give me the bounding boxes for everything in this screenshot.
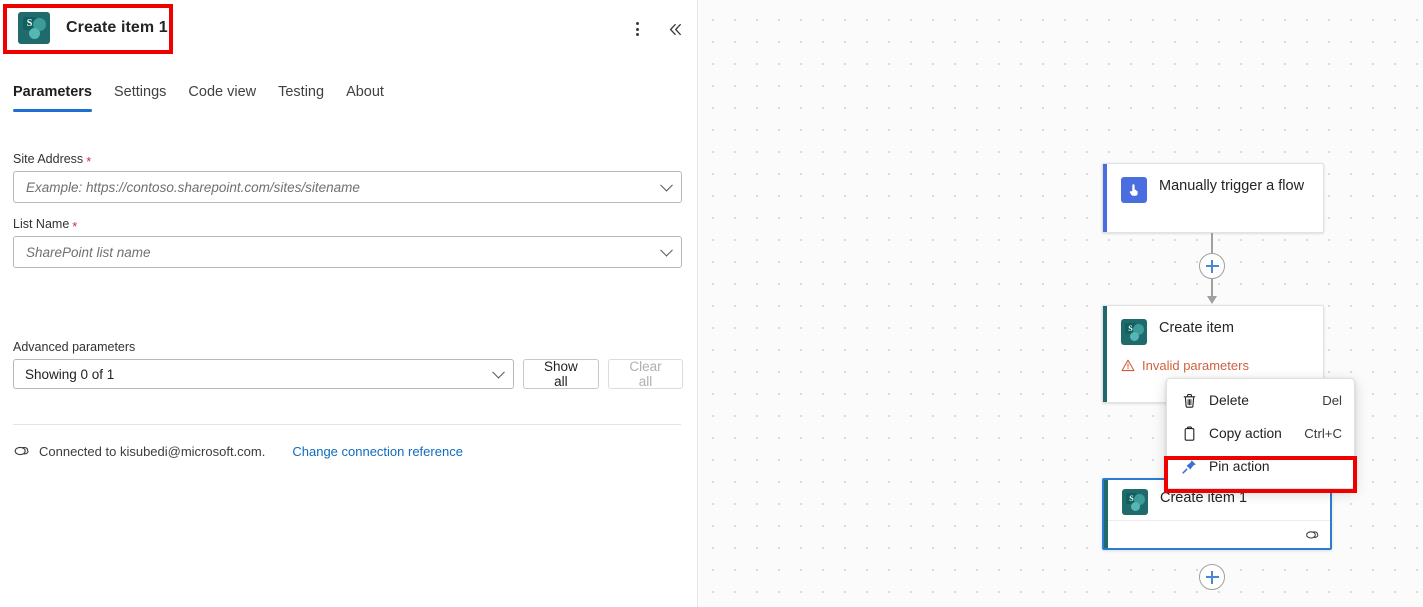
advanced-parameters-section: Advanced parameters Showing 0 of 1 Show … <box>13 340 683 389</box>
list-name-label: List Name * <box>13 217 683 231</box>
sharepoint-icon-circle-small <box>1130 332 1139 341</box>
sharepoint-icon-circle-small <box>29 28 40 39</box>
connection-status-text: Connected to kisubedi@microsoft.com. <box>39 444 265 459</box>
chevron-down-icon[interactable] <box>660 244 673 257</box>
context-menu-label: Pin action <box>1209 459 1331 474</box>
list-name-placeholder: SharePoint list name <box>26 245 151 260</box>
plus-v <box>1211 260 1213 273</box>
connection-status-row: Connected to kisubedi@microsoft.com. Cha… <box>13 443 463 460</box>
double-chevron-left-icon[interactable] <box>660 14 690 44</box>
context-menu-item-delete[interactable]: Delete Del <box>1167 384 1354 417</box>
change-connection-reference-link[interactable]: Change connection reference <box>292 444 463 459</box>
tab-testing[interactable]: Testing <box>267 82 335 112</box>
tab-about[interactable]: About <box>335 82 395 112</box>
field-spacer <box>13 203 683 217</box>
panel-title-group: S Create item 1 <box>12 8 182 48</box>
node-accent-bar <box>1103 306 1107 402</box>
connector-line-2 <box>1211 279 1213 297</box>
context-menu-shortcut: Ctrl+C <box>1304 426 1342 441</box>
site-address-label: Site Address * <box>13 152 683 166</box>
site-address-placeholder: Example: https://contoso.sharepoint.com/… <box>26 180 360 195</box>
plus-v <box>1211 571 1213 584</box>
node-title: Create item 1 <box>1160 489 1247 507</box>
clear-all-button: Clear all <box>608 359 683 389</box>
power-automate-designer: S Create item 1 <box>0 0 1423 607</box>
site-address-input[interactable]: Example: https://contoso.sharepoint.com/… <box>13 171 682 203</box>
add-step-button-1[interactable] <box>1199 253 1225 279</box>
sharepoint-icon-circle-small <box>1131 502 1140 511</box>
pin-svg <box>1181 458 1198 475</box>
plug-link-icon <box>13 443 30 460</box>
sharepoint-icon: S <box>1121 319 1147 345</box>
panel-tabs: Parameters Settings Code view Testing Ab… <box>0 82 698 122</box>
hand-pointer-svg <box>1126 182 1142 198</box>
clipboard-icon <box>1181 425 1198 442</box>
kebab-dots <box>636 22 639 36</box>
tab-code-view[interactable]: Code view <box>177 82 267 112</box>
flow-canvas[interactable]: Manually trigger a flow S Create item <box>699 0 1423 607</box>
site-address-required-marker: * <box>86 155 91 168</box>
list-name-input[interactable]: SharePoint list name <box>13 236 682 268</box>
advanced-parameters-dropdown[interactable]: Showing 0 of 1 <box>13 359 514 389</box>
context-menu-item-copy-action[interactable]: Copy action Ctrl+C <box>1167 417 1354 450</box>
panel-divider <box>13 424 681 425</box>
manual-trigger-icon <box>1121 177 1147 203</box>
collapse-chevron-svg <box>667 21 684 38</box>
tab-parameters[interactable]: Parameters <box>13 82 103 112</box>
list-name-label-text: List Name <box>13 217 69 231</box>
context-menu-item-pin-action[interactable]: Pin action <box>1167 450 1354 483</box>
node-body: S Create item <box>1103 306 1323 358</box>
node-context-menu[interactable]: Delete Del Copy action Ctrl+C Pin action <box>1166 378 1355 489</box>
advanced-parameters-label: Advanced parameters <box>13 340 683 354</box>
clipboard-svg <box>1182 426 1197 442</box>
kebab-menu-icon[interactable] <box>622 14 652 44</box>
warning-triangle-icon <box>1121 359 1135 372</box>
chevron-down-icon[interactable] <box>492 366 505 379</box>
add-step-button-2[interactable] <box>1199 564 1225 590</box>
node-title: Manually trigger a flow <box>1159 177 1304 195</box>
panel-header-actions <box>622 14 690 44</box>
context-menu-label: Copy action <box>1209 426 1293 441</box>
trash-icon <box>1181 392 1198 409</box>
advanced-parameters-row: Showing 0 of 1 Show all Clear all <box>13 359 683 389</box>
connection-link-icon <box>1304 527 1320 543</box>
trash-svg <box>1182 393 1197 409</box>
advanced-parameters-selected: Showing 0 of 1 <box>25 367 114 382</box>
page-title: Create item 1 <box>66 19 168 37</box>
list-name-required-marker: * <box>72 220 77 233</box>
node-manually-trigger-a-flow[interactable]: Manually trigger a flow <box>1102 163 1324 233</box>
connector-arrow-1 <box>1207 296 1217 304</box>
sharepoint-icon: S <box>18 12 50 44</box>
node-status-text: Invalid parameters <box>1142 358 1249 373</box>
chevron-down-icon[interactable] <box>660 179 673 192</box>
context-menu-label: Delete <box>1209 393 1311 408</box>
node-body: Manually trigger a flow <box>1103 164 1323 216</box>
tab-settings[interactable]: Settings <box>103 82 177 112</box>
node-footer <box>1108 520 1330 548</box>
site-address-label-text: Site Address <box>13 152 83 166</box>
sharepoint-icon: S <box>1122 489 1148 515</box>
show-all-button[interactable]: Show all <box>523 359 599 389</box>
panel-header: S Create item 1 <box>0 0 698 60</box>
node-title: Create item <box>1159 319 1234 337</box>
pin-icon <box>1181 458 1198 475</box>
context-menu-shortcut: Del <box>1322 393 1342 408</box>
action-details-panel: S Create item 1 <box>0 0 698 607</box>
node-accent-bar <box>1103 164 1107 232</box>
parameters-form: Site Address * Example: https://contoso.… <box>13 152 683 268</box>
